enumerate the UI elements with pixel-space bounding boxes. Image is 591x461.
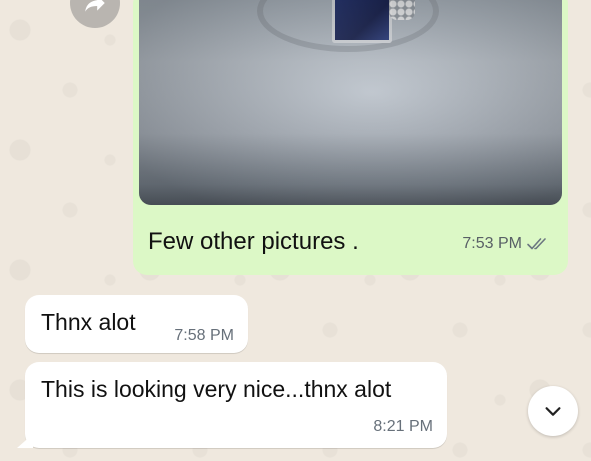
ring-photo[interactable] (139, 0, 562, 205)
message-time: 7:58 PM (174, 327, 234, 344)
forward-arrow-icon (85, 0, 105, 12)
message-text: Thnx alot (41, 309, 136, 335)
scroll-to-bottom-button[interactable] (528, 386, 578, 436)
chevron-down-icon (545, 407, 561, 416)
message-caption: Few other pictures . (148, 228, 359, 255)
double-check-icon (526, 236, 550, 252)
message-time: 7:53 PM (462, 235, 522, 252)
message-meta: 7:53 PM (462, 235, 550, 253)
incoming-message-bubble[interactable]: This is looking very nice...thnx alot 8:… (25, 362, 447, 448)
outgoing-message-bubble[interactable]: Few other pictures . 7:53 PM (133, 0, 568, 275)
message-text: This is looking very nice...thnx alot (41, 376, 392, 402)
incoming-message-bubble[interactable]: Thnx alot 7:58 PM (25, 295, 248, 353)
message-time: 8:21 PM (373, 418, 433, 435)
photo-vignette (139, 0, 562, 205)
